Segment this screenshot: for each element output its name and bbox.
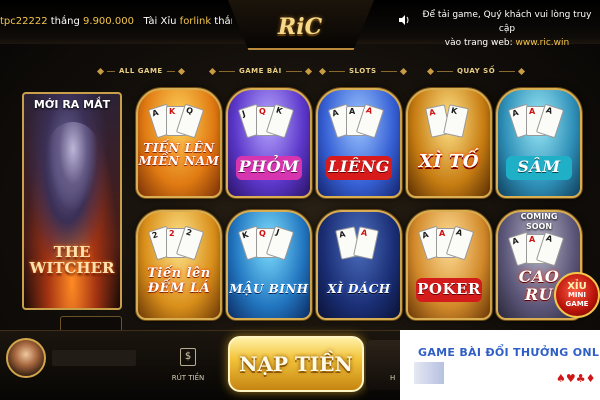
diamond-icon <box>318 67 327 75</box>
divider <box>380 70 397 72</box>
featured-title-line-2: WITCHER <box>29 259 115 277</box>
divider <box>285 70 302 72</box>
divider <box>219 70 235 72</box>
divider <box>166 70 175 72</box>
ticker-verb: thắng <box>50 16 80 27</box>
game-label: LIÊNG <box>328 157 390 176</box>
diamond-icon <box>177 67 185 75</box>
game-tile-poker[interactable]: A A A POKER <box>406 210 492 320</box>
bottom-bar-next-button[interactable] <box>366 340 400 390</box>
player-info-panel <box>52 350 136 366</box>
tab-game-bai[interactable]: GAME BÀI <box>208 64 312 78</box>
featured-title: THE WITCHER <box>24 244 120 276</box>
game-label: PHỎM <box>238 157 300 176</box>
ticker-game: Tài Xỉu <box>143 16 177 27</box>
diamond-icon <box>208 67 217 75</box>
game-tile-phom[interactable]: J Q K PHỎM <box>226 88 312 198</box>
cards-artwork: 2 2 2 <box>147 225 208 270</box>
notice-line-1: Để tải game, Quý khách vui lòng truy cập <box>422 10 592 34</box>
ticker-tail: thắn <box>214 16 232 27</box>
cards-artwork: J Q K <box>237 103 298 148</box>
tab-all-game[interactable]: ALL GAME <box>96 64 185 78</box>
tab-label: QUAY SỐ <box>457 67 496 75</box>
game-tile-xi-to[interactable]: A K XÌ TỐ <box>406 88 492 198</box>
game-tile-sam[interactable]: A A A SÂM <box>496 88 582 198</box>
divider <box>329 70 345 72</box>
tab-slots[interactable]: SLOTS <box>318 64 407 78</box>
ticker-amount: 9.900.000 <box>83 16 134 27</box>
game-label: TIẾN LÊN MIỀN NAM <box>138 142 220 168</box>
bottom-bar-next-label: H <box>390 374 396 382</box>
cards-artwork: A A <box>332 226 388 270</box>
tab-quay-so[interactable]: QUAY SỐ <box>426 64 526 78</box>
mini-game-line-2: GAME <box>565 299 589 308</box>
diamond-icon <box>304 67 312 75</box>
game-tile-mau-binh[interactable]: K Q J MẬU BINH <box>226 210 312 320</box>
notice-line-2: vào trang web: www.ric.win <box>418 36 596 50</box>
diamond-icon <box>96 67 105 75</box>
divider <box>437 70 453 72</box>
game-label: XÌ DÁCH <box>327 282 391 296</box>
download-notice: Để tải game, Quý khách vui lòng truy cập… <box>418 8 596 50</box>
divider <box>499 70 516 72</box>
game-tile-xi-dach[interactable]: A A XÌ DÁCH <box>316 210 402 320</box>
game-label: MẬU BINH <box>229 282 309 296</box>
card-suits-icon: ♠♥♣♦ <box>556 372 596 385</box>
tab-label: GAME BÀI <box>239 67 282 75</box>
tab-label: SLOTS <box>349 67 377 75</box>
coming-soon-line-1: COMING <box>520 212 558 221</box>
cards-artwork: A K <box>422 104 478 148</box>
withdraw-icon[interactable]: $ <box>180 348 196 366</box>
cards-artwork: A A A <box>417 225 478 270</box>
game-tile-tien-len-dem-la[interactable]: 2 2 2 Tiến lên ĐẾM LÁ <box>136 210 222 320</box>
game-label: XÌ TỐ <box>418 151 480 172</box>
deposit-button[interactable]: NẠP TIỀN <box>228 336 364 392</box>
speaker-icon[interactable] <box>398 14 410 26</box>
diamond-icon <box>426 67 435 75</box>
diamond-icon <box>518 67 526 75</box>
notice-prefix: vào trang web: <box>444 38 513 48</box>
watermark-text: GAME BÀI ĐỔI THƯỞNG ONLINE <box>418 346 600 359</box>
game-label-line-2: ĐẾM LÁ <box>147 281 211 296</box>
ticker-user: tpc22222 <box>0 16 48 27</box>
mini-game-line-1: MINI <box>567 290 587 299</box>
game-tile-lieng[interactable]: A A A LIÊNG <box>316 88 402 198</box>
mini-game-button[interactable]: XỈU MINI GAME <box>554 272 600 318</box>
diamond-icon <box>399 67 407 75</box>
card-icon: K <box>443 104 469 138</box>
coming-soon-line-2: SOON <box>525 222 553 231</box>
withdraw-button-label[interactable]: RÚT TIỀN <box>166 374 210 382</box>
watermark-overlay: GAME BÀI ĐỔI THƯỞNG ONLINE ♠♥♣♦ <box>400 330 600 400</box>
new-release-badge: MỚI RA MẮT <box>33 98 111 111</box>
logo[interactable]: RiC <box>268 2 332 52</box>
game-tile-tien-len-mien-nam[interactable]: A K Q TIẾN LÊN MIỀN NAM <box>136 88 222 198</box>
witcher-artwork <box>48 122 98 212</box>
notice-site-link[interactable]: www.ric.win <box>516 38 570 48</box>
divider <box>107 70 115 72</box>
avatar[interactable] <box>6 338 46 378</box>
winner-ticker: tpc22222 thắng 9.900.000 Tài Xỉu forlink… <box>0 14 232 30</box>
cards-artwork: A A A <box>507 103 568 148</box>
cards-artwork: A A A <box>327 103 388 148</box>
cards-artwork: K Q J <box>237 225 298 270</box>
mini-game-top: XỈU <box>567 280 587 292</box>
game-label: POKER <box>417 280 481 298</box>
featured-title-line-1: THE <box>53 243 91 261</box>
featured-game-card[interactable]: MỚI RA MẮT THE WITCHER <box>22 92 122 310</box>
watermark-logo <box>414 362 444 384</box>
game-label-line-1: Tiến lên <box>147 266 211 281</box>
card-icon: A <box>353 226 379 260</box>
ticker-user-2: forlink <box>179 16 212 27</box>
game-label-line-2: MIỀN NAM <box>138 154 220 168</box>
game-lobby: tpc22222 thắng 9.900.000 Tài Xỉu forlink… <box>0 0 600 400</box>
coming-soon-badge: COMING SOON <box>498 212 580 232</box>
game-label: Tiến lên ĐẾM LÁ <box>138 266 220 296</box>
tab-label: ALL GAME <box>119 67 163 75</box>
game-label: SÂM <box>517 157 561 176</box>
